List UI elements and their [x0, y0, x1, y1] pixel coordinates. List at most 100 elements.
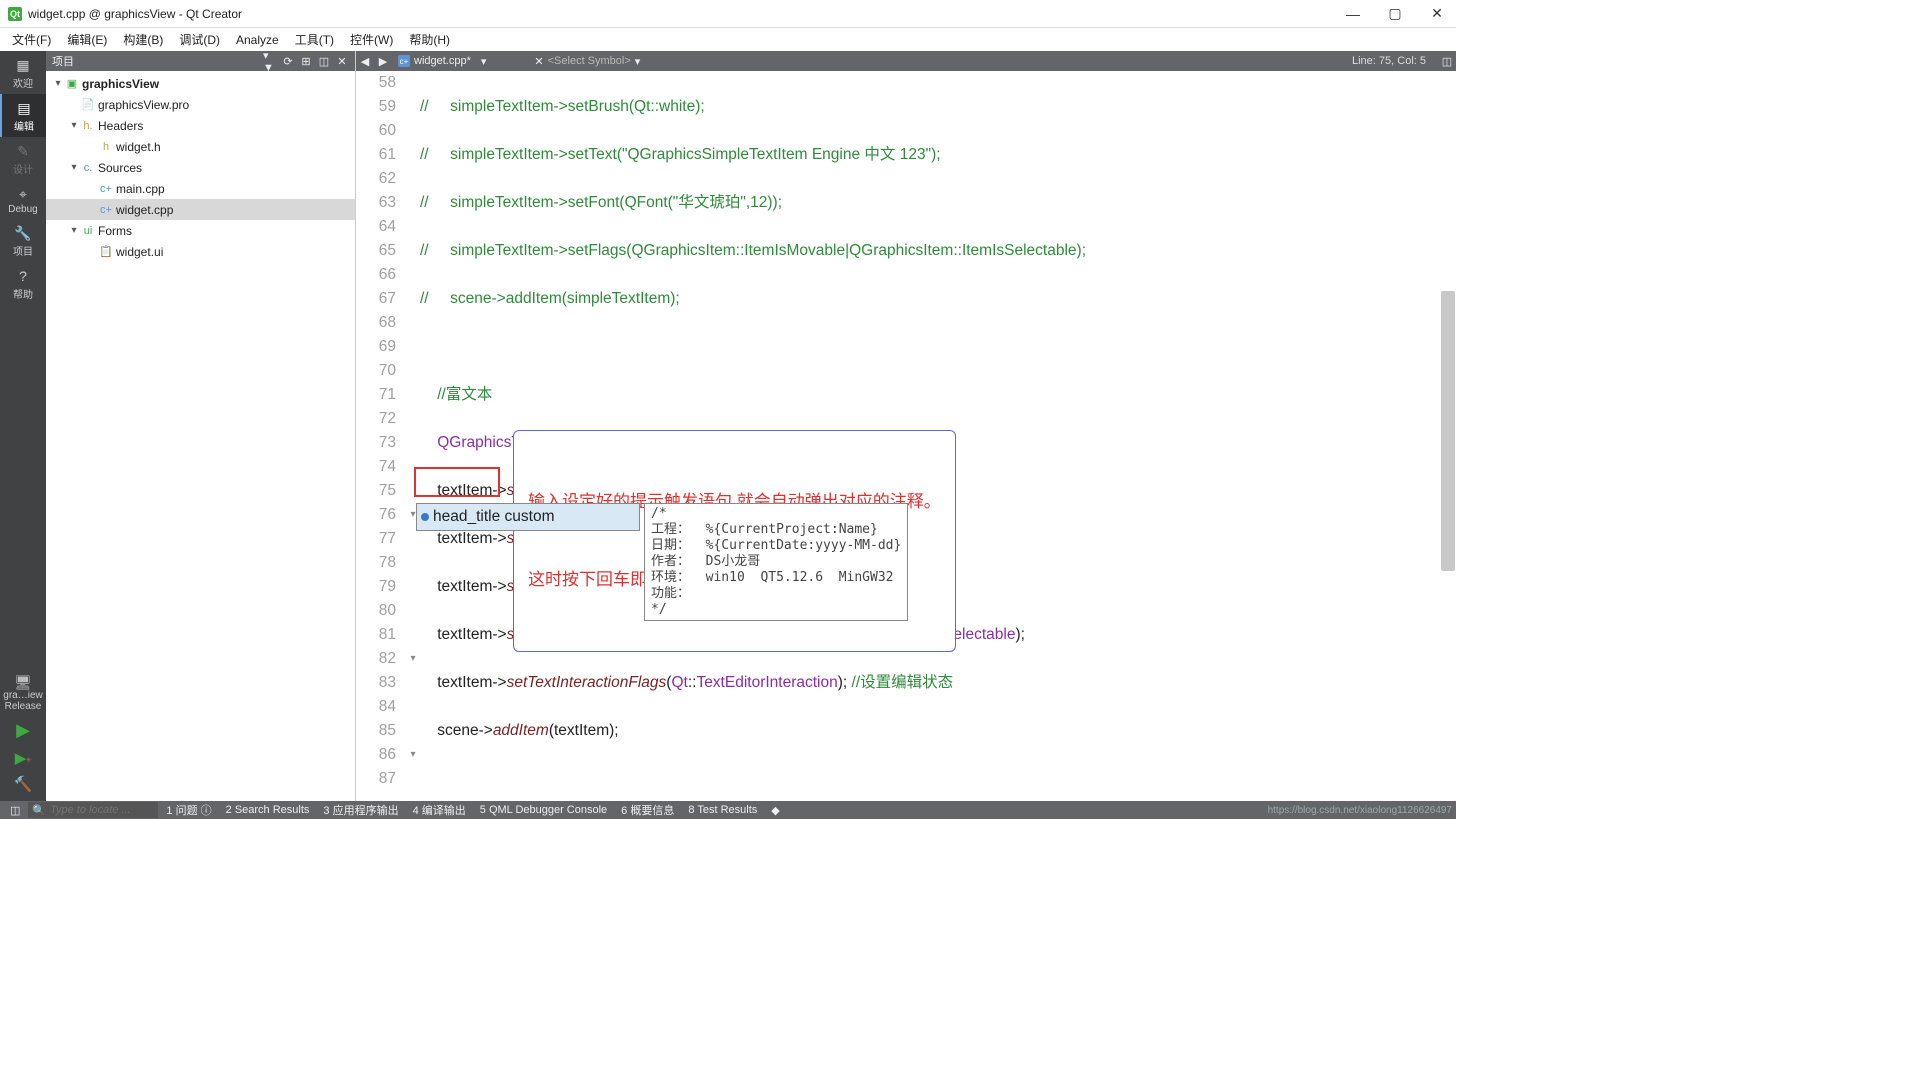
sb-issues[interactable]: 1 问题 ⓘ: [160, 802, 217, 818]
mode-design[interactable]: ✎ 设计: [0, 137, 46, 180]
fold-column[interactable]: ▾▾▾: [406, 71, 420, 801]
mode-debug-label: Debug: [8, 204, 37, 215]
split-editor[interactable]: ◫: [1438, 55, 1456, 68]
help-icon: ?: [13, 268, 33, 284]
close-panel-icon[interactable]: ✕: [335, 54, 349, 68]
tree-root[interactable]: ▾▣graphicsView: [46, 73, 355, 94]
sb-more[interactable]: ◆: [765, 804, 785, 817]
autocomplete-popup[interactable]: head_title custom: [416, 503, 640, 531]
close-button[interactable]: ✕: [1426, 3, 1448, 25]
tree-forms[interactable]: ▾uiForms: [46, 220, 355, 241]
menubar: 文件(F) 编辑(E) 构建(B) 调试(D) Analyze 工具(T) 控件…: [0, 28, 1456, 51]
tree-main-cpp[interactable]: c+main.cpp: [46, 178, 355, 199]
menu-debug[interactable]: 调试(D): [171, 29, 228, 50]
build-button[interactable]: 🔨: [0, 771, 46, 797]
kit-selector[interactable]: 🖥gra…iewRelease: [0, 670, 46, 716]
statusbar: ◫ 🔍 1 问题 ⓘ 2 Search Results 3 应用程序输出 4 编…: [0, 801, 1456, 819]
scrollbar-thumb[interactable]: [1441, 291, 1455, 571]
project-sidebar: 项目 ▾ ▼ ⟳ ⊞ ◫ ✕ ▾▣graphicsView 📄graphicsV…: [46, 51, 356, 801]
folder-ui-icon: ui: [80, 225, 96, 237]
code-editor[interactable]: 5859606162636465666768697071727374757677…: [356, 71, 1456, 801]
tree-pro-file[interactable]: 📄graphicsView.pro: [46, 94, 355, 115]
mode-debug[interactable]: ⌖Debug: [0, 180, 46, 219]
menu-build[interactable]: 构建(B): [115, 29, 171, 50]
nav-forward[interactable]: ▶: [374, 55, 392, 68]
project-icon: ▣: [64, 77, 80, 90]
sb-general[interactable]: 6 概要信息: [615, 802, 680, 818]
tree-sources[interactable]: ▾c.Sources: [46, 157, 355, 178]
sync-icon[interactable]: ⟳: [281, 54, 295, 68]
cpp-file-icon: c+: [398, 55, 410, 67]
toggle-sidebar[interactable]: ◫: [4, 804, 26, 817]
sidebar-title: 项目: [52, 53, 259, 69]
split-icon[interactable]: ◫: [317, 54, 331, 68]
mode-welcome[interactable]: ▦欢迎: [0, 51, 46, 94]
minimize-button[interactable]: —: [1342, 3, 1364, 25]
menu-file[interactable]: 文件(F): [4, 29, 59, 50]
highlight-box: [414, 467, 500, 497]
folder-cpp-icon: c.: [80, 162, 96, 174]
code-content[interactable]: // simpleTextItem->setBrush(Qt::white); …: [420, 71, 1456, 801]
snippet-preview-tooltip: /* 工程： %{CurrentProject:Name} 日期： %{Curr…: [644, 503, 908, 621]
mode-edit-label: 编辑: [14, 118, 34, 133]
play-icon: ▶: [16, 720, 30, 741]
wrench-icon: 🔧: [13, 225, 33, 241]
tree-widget-h[interactable]: hwidget.h: [46, 136, 355, 157]
editor-pane: ◀ ▶ c+ widget.cpp* ▾ ✕ <Select Symbol> ▾…: [356, 51, 1456, 801]
cpp-file-icon: c+: [98, 183, 114, 195]
run-button[interactable]: ▶: [0, 716, 46, 745]
menu-edit[interactable]: 编辑(E): [59, 29, 115, 50]
sb-test-results[interactable]: 8 Test Results: [682, 804, 763, 816]
run-debug-button[interactable]: ▶⌖: [0, 745, 46, 771]
mode-selector: ▦欢迎 ▤ 编辑 ✎ 设计 ⌖Debug 🔧 项目 ?帮助 🖥gra…iewRelea…: [0, 51, 46, 801]
cursor-position: Line: 75, Col: 5: [1340, 55, 1438, 67]
sb-search-results[interactable]: 2 Search Results: [220, 804, 316, 816]
locator-input[interactable]: 🔍: [28, 802, 158, 818]
nav-back[interactable]: ◀: [356, 55, 374, 68]
project-tree[interactable]: ▾▣graphicsView 📄graphicsView.pro ▾h.Head…: [46, 71, 355, 801]
folder-h-icon: h.: [80, 120, 96, 132]
symbol-dropdown[interactable]: ▾: [631, 55, 645, 68]
tree-widget-cpp[interactable]: c+widget.cpp: [46, 199, 355, 220]
menu-tools[interactable]: 工具(T): [287, 29, 342, 50]
build-config-label: Release: [5, 701, 42, 712]
mode-projects-label: 项目: [13, 243, 33, 258]
titlebar: Qt widget.cpp @ graphicsView - Qt Creato…: [0, 0, 1456, 28]
file-dropdown[interactable]: ▾: [477, 55, 531, 68]
h-file-icon: h: [98, 141, 114, 153]
mode-edit[interactable]: ▤ 编辑: [0, 94, 46, 137]
menu-analyze[interactable]: Analyze: [228, 31, 287, 49]
link-icon[interactable]: ⊞: [299, 54, 313, 68]
menu-help[interactable]: 帮助(H): [401, 29, 458, 50]
design-icon: ✎: [13, 143, 33, 159]
current-file-tab[interactable]: c+ widget.cpp*: [392, 51, 477, 71]
close-file[interactable]: ✕: [530, 55, 547, 68]
search-icon: 🔍: [32, 804, 46, 817]
file-icon: 📄: [80, 98, 96, 111]
edit-icon: ▤: [14, 100, 34, 116]
watermark: https://blog.csdn.net/xiaolong1126626497: [1268, 805, 1452, 816]
editor-toolbar: ◀ ▶ c+ widget.cpp* ▾ ✕ <Select Symbol> ▾…: [356, 51, 1456, 71]
maximize-button[interactable]: ▢: [1384, 3, 1406, 25]
grid-icon: ▦: [13, 57, 33, 73]
snippet-icon: [421, 513, 429, 521]
fold-marker[interactable]: ▾: [406, 743, 420, 767]
mode-projects[interactable]: 🔧 项目: [0, 219, 46, 262]
menu-widgets[interactable]: 控件(W): [342, 29, 401, 50]
fold-marker[interactable]: ▾: [406, 647, 420, 671]
cpp-file-icon: c+: [98, 204, 114, 216]
mode-help[interactable]: ?帮助: [0, 262, 46, 305]
mode-design-label: 设计: [13, 161, 33, 176]
play-debug-icon: ▶⌖: [15, 749, 32, 767]
app-icon: Qt: [8, 7, 22, 21]
sb-app-output[interactable]: 3 应用程序输出: [317, 802, 404, 818]
locator-field[interactable]: [50, 804, 154, 816]
monitor-icon: 🖥: [13, 674, 33, 690]
filter-icon[interactable]: ▾ ▼: [263, 54, 277, 68]
symbol-selector[interactable]: <Select Symbol>: [548, 55, 631, 67]
current-file-name: widget.cpp*: [414, 55, 471, 67]
sb-compile-output[interactable]: 4 编译输出: [407, 802, 472, 818]
sb-qml-console[interactable]: 5 QML Debugger Console: [474, 804, 613, 816]
tree-headers[interactable]: ▾h.Headers: [46, 115, 355, 136]
tree-widget-ui[interactable]: 📋widget.ui: [46, 241, 355, 262]
